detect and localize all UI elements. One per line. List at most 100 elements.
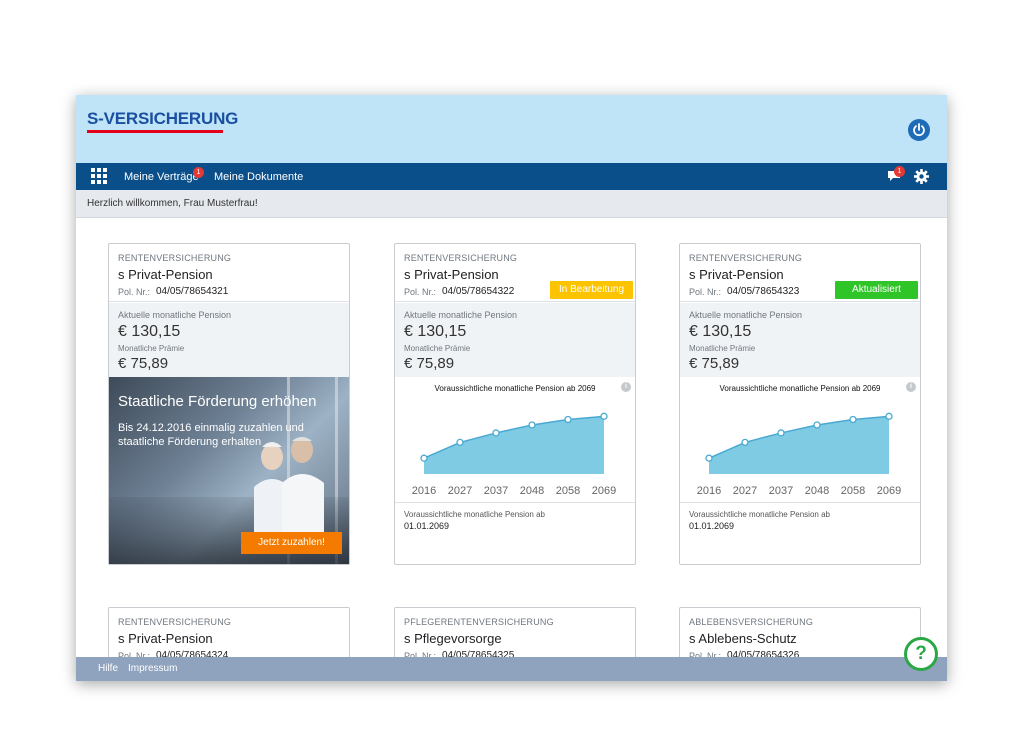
foot-date: 01.01.2069 [689,521,735,531]
chart-tick-label: 2048 [805,485,829,497]
card-name: s Privat-Pension [689,267,784,282]
card-name: s Privat-Pension [404,267,499,282]
logout-button[interactable] [908,119,930,141]
footer: Hilfe Impressum [76,657,947,681]
chart-tick-label: 2037 [769,485,793,497]
contracts-badge: 1 [193,167,204,178]
status-badge: In Bearbeitung [550,281,633,299]
chart-point [885,412,893,420]
promo-text: Bis 24.12.2016 einmalig zuzahlen und sta… [118,422,304,448]
chart-tick-label: 2069 [877,485,901,497]
pension-label: Aktuelle monatliche Pension [404,310,518,320]
chart-point [600,412,608,420]
chart-point [777,429,785,437]
card-values: Aktuelle monatliche Pension € 130,15 Mon… [109,303,349,377]
contract-card[interactable]: RENTENVERSICHERUNG s Privat-Pension Pol.… [394,243,636,565]
app-window: S-VERSICHERUNG Meine Verträge 1 Meine Do… [76,95,947,681]
card-header: RENTENVERSICHERUNG s Privat-Pension Pol.… [680,244,920,302]
imprint-link[interactable]: Impressum [128,663,177,674]
foot-date: 01.01.2069 [404,521,450,531]
foot-label: Voraussichtliche monatliche Pension ab [689,510,830,519]
chart-point [564,415,572,424]
logo: S-VERSICHERUNG [87,109,239,128]
policy-label: Pol. Nr.: [118,287,151,297]
status-badge: Aktualisiert [835,281,918,299]
chart-tick-label: 2037 [484,485,508,497]
info-icon[interactable]: i [621,382,631,392]
chart-tick-label: 2058 [841,485,865,497]
chart-tick-label: 2048 [520,485,544,497]
grid-icon[interactable] [91,168,107,184]
couple-photo [254,437,324,545]
logo-underline [87,130,223,133]
welcome-text: Herzlich willkommen, Frau Musterfrau! [87,198,258,209]
pension-value: € 130,15 [404,323,467,340]
chart-tick-label: 2058 [556,485,580,497]
header: S-VERSICHERUNG [76,95,947,163]
premium-label: Monatliche Prämie [118,344,185,353]
messages-badge: 1 [894,166,905,177]
policy-label: Pol. Nr.: [689,287,722,297]
policy-number: 04/05/78654321 [156,286,229,297]
card-type: PFLEGERENTENVERSICHERUNG [404,617,554,627]
card-footer: Voraussichtliche monatliche Pension ab 0… [395,502,635,564]
card-name: s Pflegevorsorge [404,631,502,646]
premium-label: Monatliche Prämie [404,344,471,353]
policy-number: 04/05/78654323 [727,286,800,297]
chart-tick-label: 2027 [733,485,757,497]
policy-label: Pol. Nr.: [404,287,437,297]
chart-area-fill [424,416,604,474]
card-type: ABLEBENSVERSICHERUNG [689,617,814,627]
main-nav: Meine Verträge 1 Meine Dokumente 1 [76,163,947,190]
chart-point [492,429,500,437]
chart-point [813,421,821,429]
chart-svg: 2016 2027 2037 2048 2058 2069 [412,412,616,497]
contract-card[interactable]: RENTENVERSICHERUNG s Privat-Pension Pol.… [108,243,350,565]
policy-number: 04/05/78654322 [442,286,515,297]
premium-value: € 75,89 [404,355,455,372]
contract-card[interactable]: RENTENVERSICHERUNG s Privat-Pension Pol.… [679,243,921,565]
promo-banner: Staatliche Förderung erhöhen Bis 24.12.2… [109,377,349,564]
chart-area-fill [709,416,889,474]
card-name: s Privat-Pension [118,267,213,282]
power-icon [913,123,925,137]
chart-svg: 2016 2027 2037 2048 2058 2069 [697,412,901,497]
chart-point [456,438,464,447]
chart-tick-label: 2027 [448,485,472,497]
card-type: RENTENVERSICHERUNG [118,617,232,627]
chart-tick-label: 2016 [412,485,436,497]
card-name: s Privat-Pension [118,631,213,646]
nav-meine-dokumente[interactable]: Meine Dokumente [214,171,303,183]
card-values: Aktuelle monatliche Pension € 130,15 Mon… [395,303,635,377]
chart-point [528,421,536,429]
card-header: RENTENVERSICHERUNG s Privat-Pension Pol.… [109,244,349,302]
chart-point [741,438,749,447]
card-footer: Voraussichtliche monatliche Pension ab 0… [680,502,920,564]
foot-label: Voraussichtliche monatliche Pension ab [404,510,545,519]
chart-point [849,415,857,424]
pension-value: € 130,15 [118,323,181,340]
help-icon[interactable]: ? [904,637,938,671]
help-link[interactable]: Hilfe [98,663,118,674]
card-type: RENTENVERSICHERUNG [404,253,518,263]
pension-value: € 130,15 [689,323,752,340]
pension-label: Aktuelle monatliche Pension [118,310,232,320]
pension-chart: 2016 2027 2037 2048 2058 2069 Voraussichtlich… [395,377,635,501]
card-header: RENTENVERSICHERUNG s Privat-Pension Pol.… [395,244,635,302]
pension-chart: 2016 2027 2037 2048 2058 2069 Voraussichtlich… [680,377,920,501]
gear-icon[interactable] [914,169,929,184]
chart-title: Voraussichtliche monatliche Pension ab 2… [434,384,596,393]
info-icon[interactable]: i [906,382,916,392]
chart-point [705,454,713,462]
card-values: Aktuelle monatliche Pension € 130,15 Mon… [680,303,920,377]
card-type: RENTENVERSICHERUNG [689,253,803,263]
pension-label: Aktuelle monatliche Pension [689,310,803,320]
nav-meine-vertraege[interactable]: Meine Verträge [124,171,199,183]
promo-title: Staatliche Förderung erhöhen [118,393,317,410]
chart-point [420,454,428,462]
chart-title: Voraussichtliche monatliche Pension ab 2… [719,384,881,393]
chart-tick-label: 2016 [697,485,721,497]
premium-label: Monatliche Prämie [689,344,756,353]
pay-extra-button[interactable]: Jetzt zuzahlen! [241,532,342,554]
card-type: RENTENVERSICHERUNG [118,253,232,263]
